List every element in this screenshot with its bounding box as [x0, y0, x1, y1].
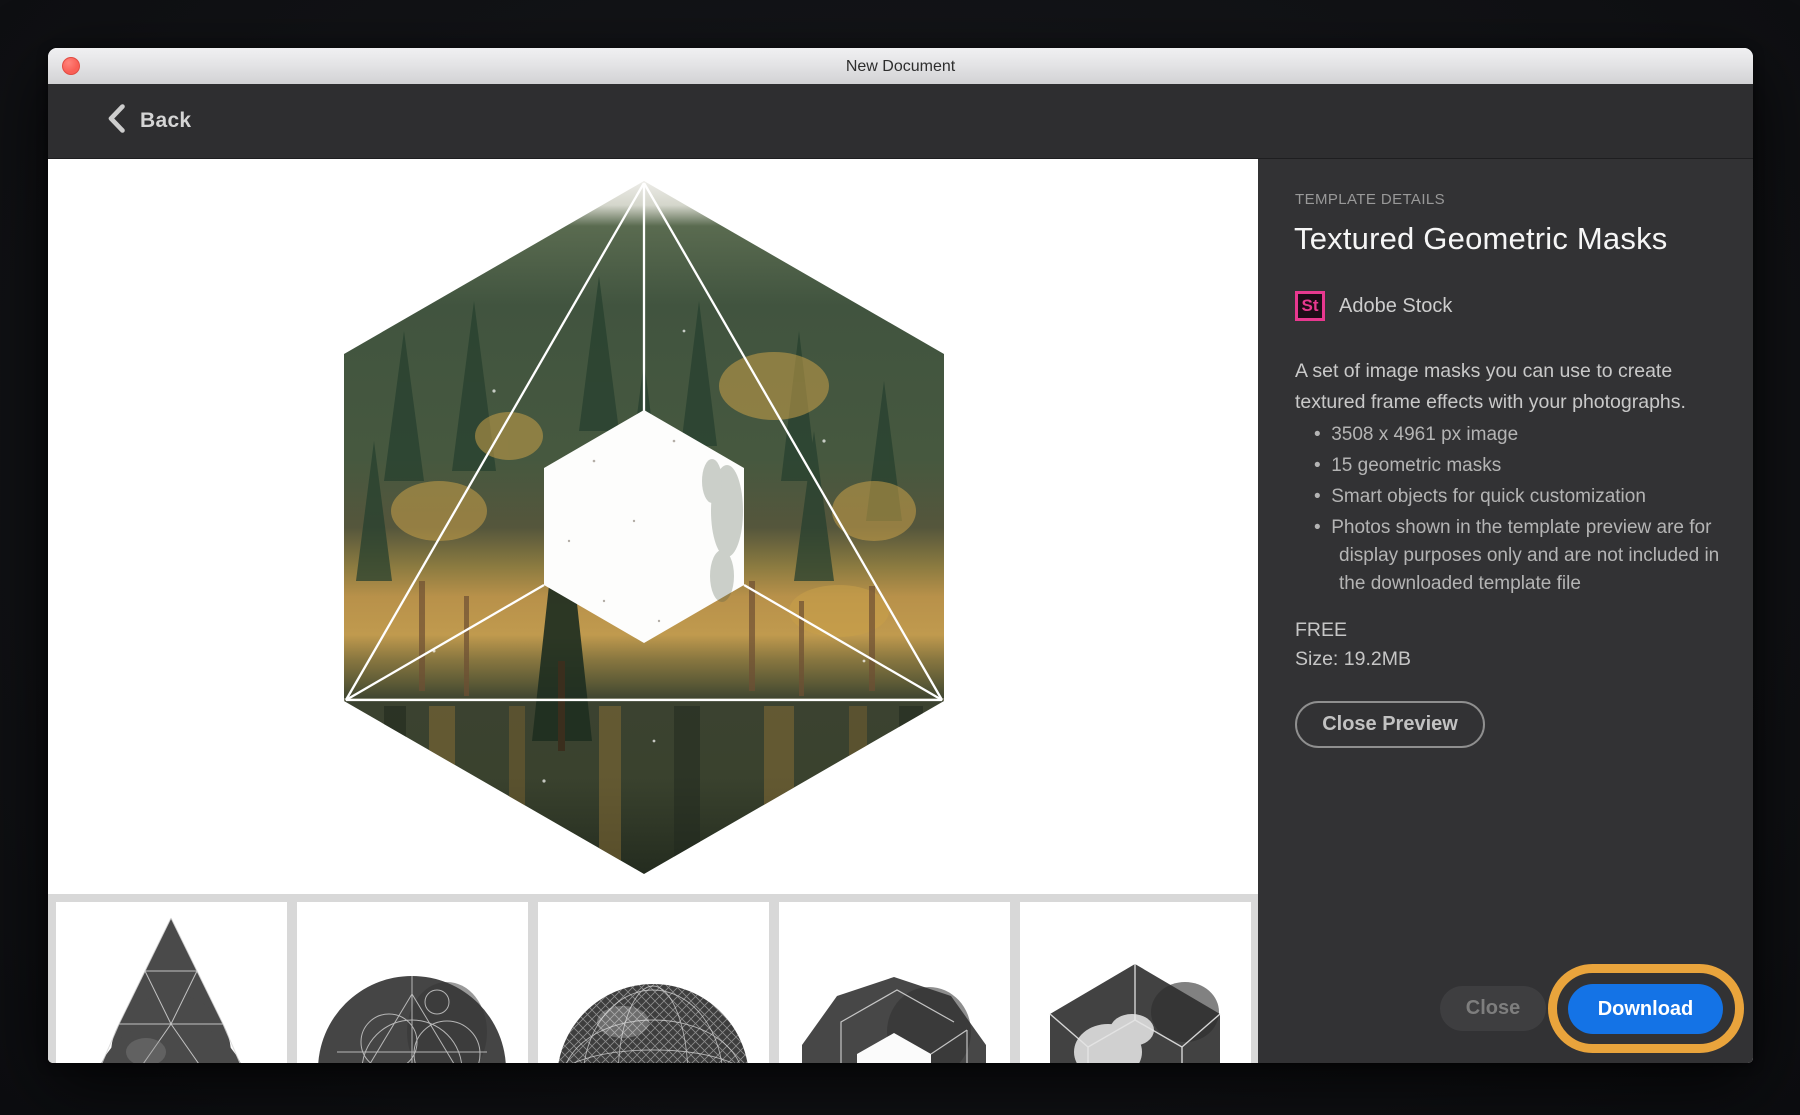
price-label: FREE: [1295, 619, 1347, 642]
feature-item: Photos shown in the template preview are…: [1295, 514, 1747, 598]
thumbnail-decagon-aperture-mask[interactable]: [779, 902, 1010, 1063]
thumbnail-circle-geometry-mask[interactable]: [297, 902, 528, 1063]
feature-item: Smart objects for quick customization: [1295, 483, 1747, 511]
feature-item: 15 geometric masks: [1295, 452, 1747, 480]
provider-name: Adobe Stock: [1339, 295, 1452, 318]
template-feature-list: 3508 x 4961 px image 15 geometric masks …: [1295, 421, 1747, 601]
thumbnail-hexagon-cube-mask[interactable]: [1020, 902, 1251, 1063]
download-button[interactable]: Download: [1568, 984, 1723, 1034]
file-size-label: Size: 19.2MB: [1295, 648, 1411, 671]
panel-eyebrow: TEMPLATE DETAILS: [1295, 191, 1445, 208]
chevron-left-icon: [106, 103, 127, 139]
thumbnail-strip: [48, 894, 1258, 1063]
back-button[interactable]: Back: [106, 103, 191, 139]
template-title: Textured Geometric Masks: [1294, 221, 1667, 257]
provider-row: St Adobe Stock: [1295, 291, 1452, 321]
template-details-panel: TEMPLATE DETAILS Textured Geometric Mask…: [1258, 159, 1753, 1063]
back-button-label: Back: [140, 109, 191, 133]
dialog-content: TEMPLATE DETAILS Textured Geometric Mask…: [48, 159, 1753, 1063]
thumbnail-teardrop-mask[interactable]: [56, 902, 287, 1063]
back-navigation-bar: Back: [48, 84, 1753, 159]
new-document-dialog: New Document Back: [48, 48, 1753, 1063]
template-preview-pane: [48, 159, 1258, 1063]
close-preview-button[interactable]: Close Preview: [1295, 701, 1485, 748]
adobe-stock-icon: St: [1295, 291, 1325, 321]
template-preview-image: [344, 181, 944, 874]
template-description: A set of image masks you can use to crea…: [1295, 356, 1705, 418]
window-title: New Document: [48, 48, 1753, 84]
close-button[interactable]: Close: [1440, 986, 1546, 1031]
feature-item: 3508 x 4961 px image: [1295, 421, 1747, 449]
window-titlebar: New Document: [48, 48, 1753, 85]
thumbnail-geodesic-sphere-mask[interactable]: [538, 902, 769, 1063]
